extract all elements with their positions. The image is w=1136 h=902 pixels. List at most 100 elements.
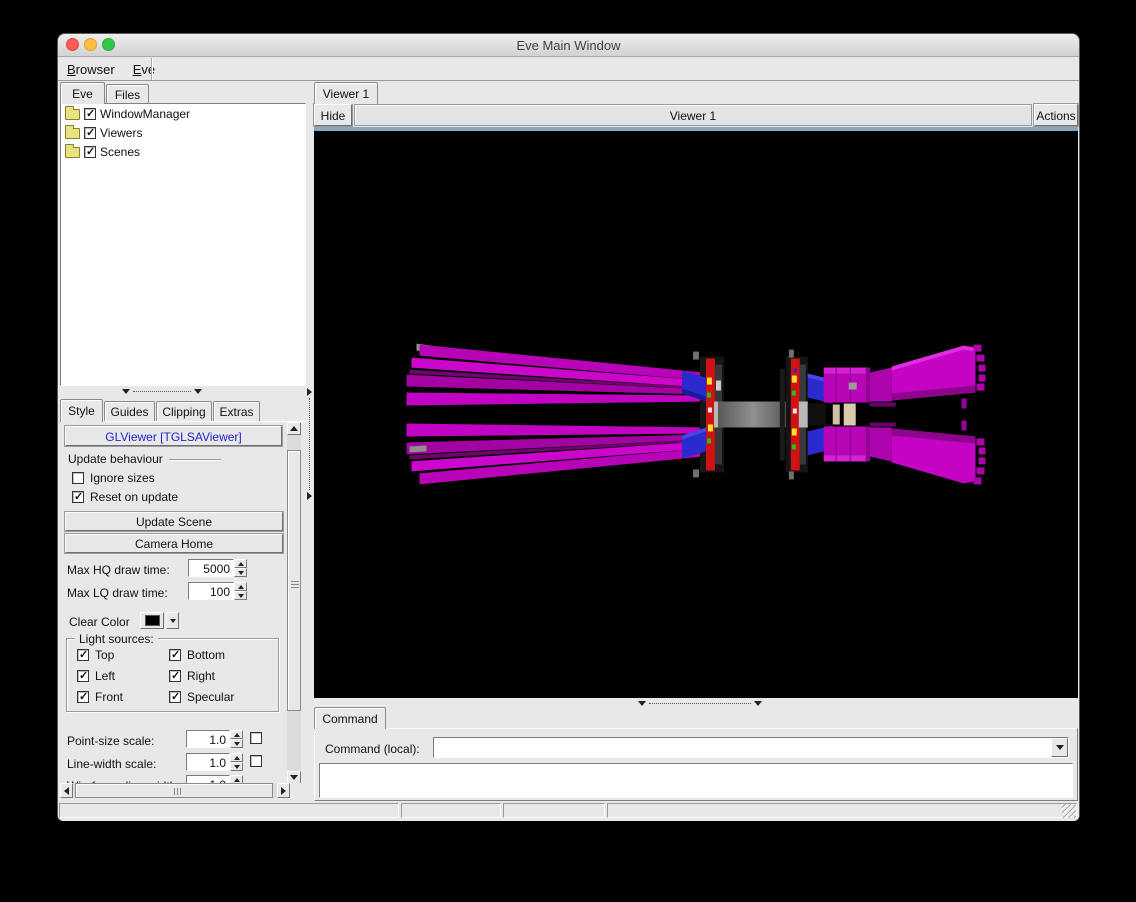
tab-viewer-1[interactable]: Viewer 1 xyxy=(314,82,378,104)
resize-grip[interactable] xyxy=(1062,804,1076,818)
reset-on-update-row[interactable]: Reset on update xyxy=(72,490,178,504)
spin-up-button[interactable] xyxy=(230,775,243,783)
light-top-checkbox[interactable] xyxy=(77,648,89,661)
line-width-spinner[interactable] xyxy=(230,753,243,771)
tab-command[interactable]: Command xyxy=(314,707,386,729)
status-cell-2 xyxy=(401,803,501,818)
tree-checkbox[interactable] xyxy=(84,126,96,139)
point-size-value[interactable]: 1.0 xyxy=(186,730,230,748)
ignore-sizes-row[interactable]: Ignore sizes xyxy=(72,471,155,485)
wireframe-spinner[interactable] xyxy=(230,775,243,783)
clear-color-swatch-button[interactable] xyxy=(140,612,164,629)
scroll-left-button[interactable] xyxy=(60,783,73,798)
clear-color-dropdown-button[interactable] xyxy=(166,612,179,629)
tree-item-viewers[interactable]: Viewers xyxy=(61,123,305,142)
splitter-dots xyxy=(649,702,751,704)
menu-item-browser[interactable]: Browser xyxy=(58,62,124,77)
actions-button[interactable]: Actions xyxy=(1034,104,1078,126)
line-width-value[interactable]: 1.0 xyxy=(186,753,230,771)
line-width-checkbox[interactable] xyxy=(250,755,262,767)
panel-splitter[interactable] xyxy=(305,388,314,500)
ignore-sizes-checkbox[interactable] xyxy=(72,472,84,484)
scrollbar-thumb[interactable] xyxy=(287,450,301,711)
tree-item-windowmanager[interactable]: WindowManager xyxy=(61,104,305,123)
scroll-down-button[interactable] xyxy=(287,771,301,783)
point-size-field[interactable]: 1.0 xyxy=(186,730,262,748)
light-sources-label: Light sources: xyxy=(75,632,158,646)
viewer-title[interactable]: Viewer 1 xyxy=(354,104,1032,126)
scroll-right-button[interactable] xyxy=(277,783,290,798)
light-right-checkbox[interactable] xyxy=(169,669,181,682)
command-dropdown-button[interactable] xyxy=(1051,738,1068,757)
clear-color-select[interactable] xyxy=(140,612,179,629)
reset-on-update-checkbox[interactable] xyxy=(72,490,84,503)
command-combobox[interactable] xyxy=(433,737,1069,758)
max-lq-field[interactable]: 100 xyxy=(188,582,247,600)
scrollbar-thumb[interactable] xyxy=(75,783,273,798)
tab-files[interactable]: Files xyxy=(106,84,149,104)
titlebar[interactable]: Eve Main Window xyxy=(58,34,1079,57)
tab-extras[interactable]: Extras xyxy=(213,401,260,422)
group-rule xyxy=(168,459,221,460)
max-hq-spinner[interactable] xyxy=(234,559,247,577)
update-scene-button[interactable]: Update Scene xyxy=(65,512,283,531)
spin-down-button[interactable] xyxy=(234,568,247,577)
point-size-spinner[interactable] xyxy=(230,730,243,748)
max-hq-field[interactable]: 5000 xyxy=(188,559,247,577)
menu-item-eve[interactable]: Eve xyxy=(124,62,164,77)
light-front-checkbox[interactable] xyxy=(77,690,89,703)
viewer-command-splitter[interactable] xyxy=(638,699,762,707)
tree-editor-splitter[interactable] xyxy=(122,387,202,395)
status-cell-4 xyxy=(607,803,1077,818)
tree-item-scenes[interactable]: Scenes xyxy=(61,142,305,161)
gl-viewport[interactable] xyxy=(314,131,1078,698)
light-bottom-row[interactable]: Bottom xyxy=(169,648,234,662)
detector-visualization[interactable] xyxy=(314,131,1078,698)
spin-up-button[interactable] xyxy=(230,730,243,739)
tab-style[interactable]: Style xyxy=(60,399,103,422)
light-top-row[interactable]: Top xyxy=(77,648,169,662)
max-hq-value[interactable]: 5000 xyxy=(188,559,234,577)
tab-guides[interactable]: Guides xyxy=(104,401,155,422)
down-arrow-icon xyxy=(233,741,240,746)
command-output[interactable] xyxy=(319,763,1073,798)
eve-main-window: Eve Main Window Browser Eve Eve Files Wi… xyxy=(57,33,1080,821)
spin-up-button[interactable] xyxy=(234,559,247,568)
editor-vertical-scrollbar[interactable] xyxy=(287,422,301,783)
up-arrow-icon xyxy=(233,777,240,782)
tab-eve[interactable]: Eve xyxy=(60,82,105,104)
spin-down-button[interactable] xyxy=(234,591,247,600)
scroll-up-button[interactable] xyxy=(287,422,301,435)
light-right-row[interactable]: Right xyxy=(169,669,234,683)
spin-up-button[interactable] xyxy=(234,582,247,591)
max-lq-label: Max LQ draw time: xyxy=(67,586,168,600)
hide-button[interactable]: Hide xyxy=(314,104,352,126)
camera-home-button[interactable]: Camera Home xyxy=(65,534,283,553)
max-lq-value[interactable]: 100 xyxy=(188,582,234,600)
editor-horizontal-scrollbar[interactable] xyxy=(60,783,290,798)
point-size-checkbox[interactable] xyxy=(250,732,262,744)
tree-checkbox[interactable] xyxy=(84,145,96,158)
tree-item-label: WindowManager xyxy=(100,106,191,121)
max-lq-spinner[interactable] xyxy=(234,582,247,600)
spin-up-button[interactable] xyxy=(230,753,243,762)
tab-clipping[interactable]: Clipping xyxy=(156,401,212,422)
light-bottom-checkbox[interactable] xyxy=(169,648,181,661)
glviewer-button[interactable]: GLViewer [TGLSAViewer] xyxy=(65,426,282,446)
light-left-row[interactable]: Left xyxy=(77,669,169,683)
spin-down-button[interactable] xyxy=(230,739,243,748)
tree-checkbox[interactable] xyxy=(84,107,96,120)
light-specular-row[interactable]: Specular xyxy=(169,690,234,704)
splitter-arrow-icon xyxy=(194,388,202,394)
line-width-field[interactable]: 1.0 xyxy=(186,753,262,771)
down-arrow-icon xyxy=(169,618,176,623)
light-bottom-label: Bottom xyxy=(187,648,226,662)
spin-down-button[interactable] xyxy=(230,762,243,771)
light-specular-checkbox[interactable] xyxy=(169,690,181,703)
light-front-row[interactable]: Front xyxy=(77,690,169,704)
wireframe-value[interactable]: 1.0 xyxy=(186,775,230,783)
light-sources-group: Light sources: Top Bottom Left xyxy=(66,632,279,712)
wireframe-field[interactable]: 1.0 xyxy=(186,775,243,783)
command-input[interactable] xyxy=(434,738,1051,757)
light-left-checkbox[interactable] xyxy=(77,669,89,682)
